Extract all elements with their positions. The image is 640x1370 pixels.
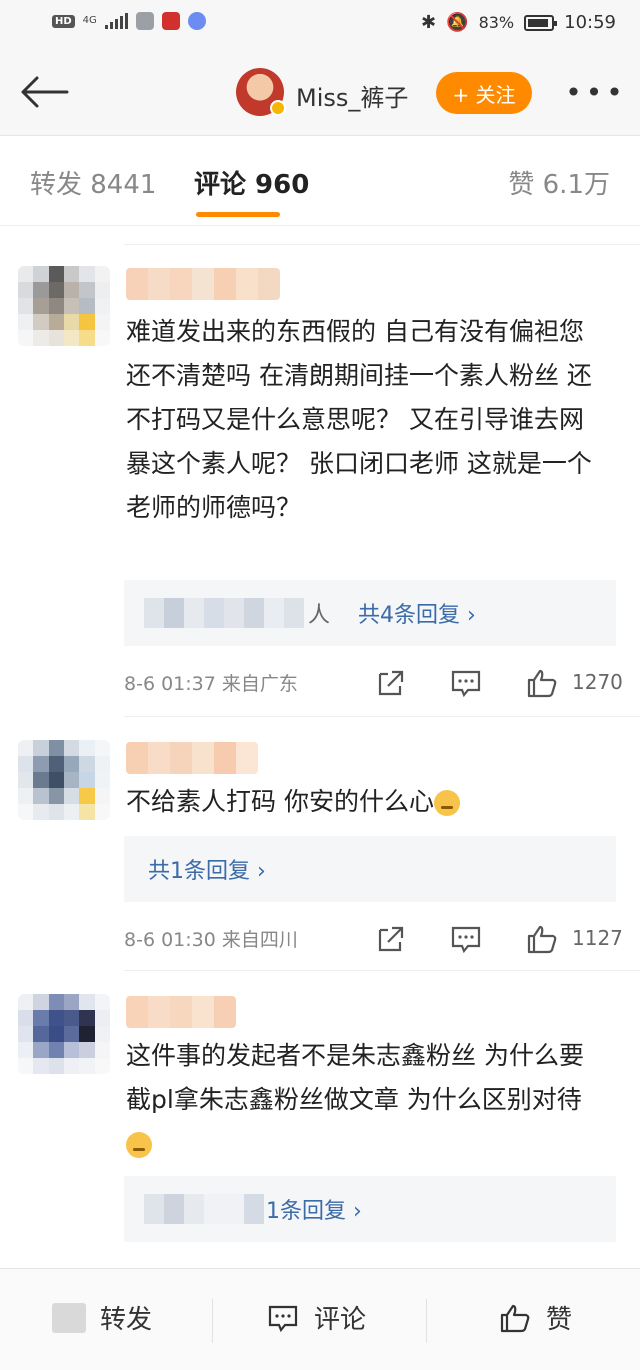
comment-time: 8-6 01:37 来自广东 xyxy=(124,672,298,695)
share-icon[interactable] xyxy=(374,924,406,954)
like-icon xyxy=(500,1304,530,1332)
reply-count-link[interactable]: 共4条回复 › xyxy=(358,597,476,629)
repost-button[interactable]: 转发 xyxy=(52,1299,152,1336)
like-icon[interactable] xyxy=(526,924,558,954)
comment-button[interactable]: 评论 xyxy=(266,1299,366,1336)
commenter-avatar[interactable] xyxy=(18,266,110,346)
comment-item: 不给素人打码 你安的什么心 共1条回复 › 8-6 01:30 来自四川 112… xyxy=(0,716,640,970)
shush-emoji-icon xyxy=(433,790,460,816)
like-button[interactable]: 赞 xyxy=(498,1299,572,1336)
status-left: HD 4G xyxy=(52,12,206,30)
wechat-icon xyxy=(135,12,154,30)
status-right: ✱ 🔕 83% 10:59 xyxy=(421,12,616,33)
tab-bar: 转发 8441 评论 960 赞 6.1万 xyxy=(0,136,640,226)
battery-icon xyxy=(524,14,558,31)
comment-icon xyxy=(268,1305,298,1332)
comment-text: 难道发出来的东西假的 自己有没有偏袒您还不清楚吗 在清朗期间挂一个素人粉丝 还不… xyxy=(126,317,592,522)
comment-meta: 8-6 01:30 来自四川 1127 xyxy=(124,918,624,958)
tab-repost[interactable]: 转发 8441 xyxy=(30,164,156,201)
comment-item: 这件事的发起者不是朱志鑫粉丝 为什么要截pl拿朱志鑫粉丝做文章 为什么区别对待 … xyxy=(0,970,640,1268)
back-arrow-icon xyxy=(21,76,69,108)
divider xyxy=(426,1299,427,1343)
reply-summary-box[interactable]: 1条回复 › xyxy=(124,1176,616,1242)
like-label: 赞 xyxy=(546,1305,573,1335)
comment-icon[interactable] xyxy=(450,668,482,698)
clock: 10:59 xyxy=(564,12,616,33)
commenter-avatar[interactable] xyxy=(18,740,110,820)
commenter-name-blurred[interactable] xyxy=(126,996,236,1028)
divider xyxy=(124,716,640,717)
more-options-button[interactable]: ••• xyxy=(565,72,624,112)
reply-author-blurred xyxy=(144,1194,264,1224)
sweat-emoji-icon xyxy=(126,1132,152,1158)
bottom-action-bar: 转发 评论 赞 xyxy=(0,1268,640,1370)
like-count: 1127 xyxy=(572,926,623,950)
commenter-name-blurred[interactable] xyxy=(126,742,258,774)
network-type: 4G xyxy=(82,15,97,26)
reply-count-link[interactable]: 共1条回复 › xyxy=(148,853,266,885)
repost-icon xyxy=(52,1302,86,1333)
follow-button[interactable]: + 关注 xyxy=(436,72,532,114)
verified-badge-icon xyxy=(270,100,286,116)
comment-text: 这件事的发起者不是朱志鑫粉丝 为什么要截pl拿朱志鑫粉丝做文章 为什么区别对待 xyxy=(126,1034,606,1166)
repost-label: 转发 xyxy=(100,1305,153,1335)
music-icon xyxy=(187,12,206,30)
comment-label: 评论 xyxy=(314,1305,367,1335)
author-name[interactable]: Miss_裤子 xyxy=(296,78,408,113)
comment-item: 难道发出来的东西假的 自己有没有偏袒您还不清楚吗 在清朗期间挂一个素人粉丝 还不… xyxy=(0,226,640,716)
commenter-name-blurred[interactable] xyxy=(126,268,280,300)
app-notification-icon xyxy=(161,12,180,30)
signal-icon xyxy=(104,13,128,29)
comment-time: 8-6 01:30 来自四川 xyxy=(124,928,298,951)
tab-comment[interactable]: 评论 960 xyxy=(194,164,309,201)
back-button[interactable] xyxy=(16,70,72,114)
hd-indicator: HD xyxy=(52,14,75,28)
reply-author-suffix: 人 xyxy=(308,603,331,628)
like-count: 1270 xyxy=(572,670,623,694)
share-icon[interactable] xyxy=(374,668,406,698)
commenter-avatar[interactable] xyxy=(18,994,110,1074)
bluetooth-icon: ✱ xyxy=(421,12,437,33)
comment-meta: 8-6 01:37 来自广东 1270 xyxy=(124,662,624,702)
divider xyxy=(124,970,640,971)
weibo-header: Miss_裤子 + 关注 ••• xyxy=(0,48,640,136)
mute-icon: 🔕 xyxy=(446,12,469,33)
comment-text: 不给素人打码 你安的什么心 xyxy=(126,780,606,824)
reply-count-link[interactable]: 1条回复 › xyxy=(266,1193,362,1225)
reply-author-blurred xyxy=(144,598,304,628)
tab-like[interactable]: 赞 6.1万 xyxy=(508,164,610,201)
reply-summary-box[interactable]: 人 共4条回复 › xyxy=(124,580,616,646)
battery-percent: 83% xyxy=(478,13,515,32)
active-tab-indicator xyxy=(196,212,280,217)
status-bar: HD 4G ✱ 🔕 83% 10:59 xyxy=(0,0,640,48)
divider xyxy=(212,1299,213,1343)
reply-summary-box[interactable]: 共1条回复 › xyxy=(124,836,616,902)
like-icon[interactable] xyxy=(526,668,558,698)
comment-icon[interactable] xyxy=(450,924,482,954)
divider xyxy=(124,244,640,245)
